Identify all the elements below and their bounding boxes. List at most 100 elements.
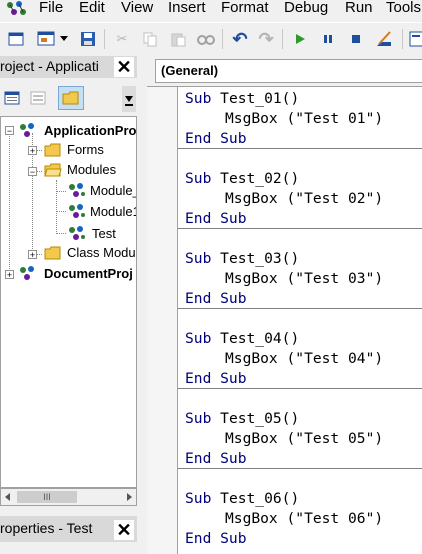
tree-item-class-modules[interactable]: Class Modul [44, 245, 136, 260]
menu-tools[interactable]: Tools [386, 0, 421, 16]
run-icon[interactable] [290, 29, 310, 49]
save-icon[interactable] [78, 29, 98, 49]
tree-item-forms[interactable]: Forms [44, 142, 104, 157]
code-line: Sub Test_03() [185, 249, 299, 269]
vba-app-icon [7, 1, 26, 15]
tree-label: Module_ [90, 182, 137, 198]
tree-item-module-underscore[interactable]: Module_ [67, 182, 137, 198]
find-icon[interactable] [196, 29, 216, 49]
code-line: Sub Test_01() [185, 89, 299, 109]
sub-name: Test_03() [220, 250, 300, 267]
menu-file[interactable]: File [39, 0, 63, 16]
folder-icon [62, 91, 79, 105]
tree-item-module1[interactable]: Module1 [67, 203, 137, 219]
view-code-icon[interactable] [2, 88, 22, 108]
menu-view[interactable]: View [121, 0, 153, 16]
menu-edit[interactable]: Edit [79, 0, 105, 16]
dropdown-arrow-icon[interactable] [58, 29, 70, 49]
reset-icon[interactable] [346, 29, 366, 49]
sub-name: Test_04() [220, 330, 300, 347]
keyword: Sub [185, 170, 212, 187]
collapse-toggle[interactable]: − [5, 126, 14, 136]
code-line: MsgBox ("Test 04") [225, 350, 384, 367]
keyword: Sub [185, 90, 212, 107]
tree-item-modules[interactable]: Modules [44, 162, 116, 177]
collapse-toggle[interactable]: − [28, 167, 37, 177]
expand-toggle[interactable]: + [28, 250, 37, 260]
project-explorer-icon[interactable] [408, 29, 422, 49]
code-line: End Sub [185, 130, 247, 147]
toolbar-separator [222, 29, 223, 49]
code-editor[interactable]: Sub Test_01() MsgBox ("Test 01") End Sub… [147, 87, 422, 554]
folder-icon [44, 246, 61, 259]
properties-pane-header: roperties - Test ✕ [0, 516, 137, 542]
tree-line [56, 191, 66, 192]
code-line: Sub Test_02() [185, 169, 299, 189]
tree-item-document-project[interactable]: DocumentProj [18, 265, 133, 281]
menu-run[interactable]: Run [345, 0, 373, 16]
tree-item-test[interactable]: Test [67, 225, 117, 241]
procedure-separator [178, 388, 422, 389]
tree-line [56, 211, 66, 212]
pane-scroll-up[interactable] [122, 86, 136, 112]
tree-item-application-project[interactable]: ApplicationPro [18, 122, 136, 138]
scroll-right-icon[interactable] [124, 492, 134, 502]
close-icon[interactable]: ✕ [114, 520, 134, 540]
chevron-down-icon [125, 96, 133, 106]
menu-bar: File Edit View Insert Format Debug Run T… [0, 0, 422, 20]
expand-toggle[interactable]: + [5, 270, 14, 280]
code-line: End Sub [185, 370, 247, 387]
design-mode-icon[interactable] [374, 29, 394, 49]
procedure-separator [178, 468, 422, 469]
sub-name: Test_06() [220, 490, 300, 507]
vba-project-icon [20, 123, 34, 137]
insert-userform-icon[interactable] [36, 29, 56, 49]
scroll-thumb[interactable]: III [17, 491, 77, 503]
cut-icon[interactable]: ✂ [112, 29, 132, 49]
code-line: End Sub [185, 290, 247, 307]
paste-icon[interactable] [168, 29, 188, 49]
scroll-left-icon[interactable] [3, 492, 13, 502]
sub-name: Test_01() [220, 90, 300, 107]
view-object-icon[interactable] [28, 88, 48, 108]
object-dropdown[interactable]: (General) [155, 59, 422, 83]
close-glyph: ✕ [116, 519, 132, 540]
close-icon[interactable]: ✕ [114, 57, 134, 77]
menu-debug[interactable]: Debug [284, 0, 328, 16]
code-window-header: (General) [147, 56, 422, 87]
keyword: Sub [185, 410, 212, 427]
properties-pane-title: roperties - Test [0, 520, 93, 536]
break-icon[interactable] [318, 29, 338, 49]
tree-line [9, 133, 10, 275]
undo-icon[interactable]: ↶ [230, 29, 250, 49]
close-glyph: ✕ [116, 56, 132, 77]
procedure-separator [178, 308, 422, 309]
tree-label: Forms [67, 142, 104, 157]
view-excel-icon[interactable] [6, 29, 26, 49]
sub-name: Test_02() [220, 170, 300, 187]
pane-splitter[interactable] [137, 56, 147, 554]
tree-line [56, 233, 66, 234]
procedure-separator [178, 148, 422, 149]
keyword: Sub [185, 330, 212, 347]
tree-label: Module1 [90, 203, 137, 219]
project-pane-title: roject - Applicati [0, 58, 99, 74]
procedure-separator [178, 228, 422, 229]
redo-icon[interactable]: ↷ [256, 29, 276, 49]
copy-icon[interactable] [140, 29, 160, 49]
project-tree-hscrollbar[interactable]: III [0, 488, 137, 506]
tree-label: ApplicationPro [44, 122, 137, 138]
project-pane-toolbar [0, 82, 137, 114]
menu-insert[interactable]: Insert [168, 0, 206, 16]
code-line: Sub Test_05() [185, 409, 299, 429]
code-line: MsgBox ("Test 06") [225, 510, 384, 527]
expand-toggle[interactable]: + [28, 146, 37, 156]
code-line: MsgBox ("Test 02") [225, 190, 384, 207]
menu-format[interactable]: Format [221, 0, 269, 16]
folder-icon [44, 143, 61, 156]
module-icon [69, 204, 85, 218]
code-margin [147, 87, 178, 554]
toggle-folders-button[interactable] [58, 86, 84, 110]
toolbar-separator [282, 29, 283, 49]
keyword: Sub [185, 490, 212, 507]
